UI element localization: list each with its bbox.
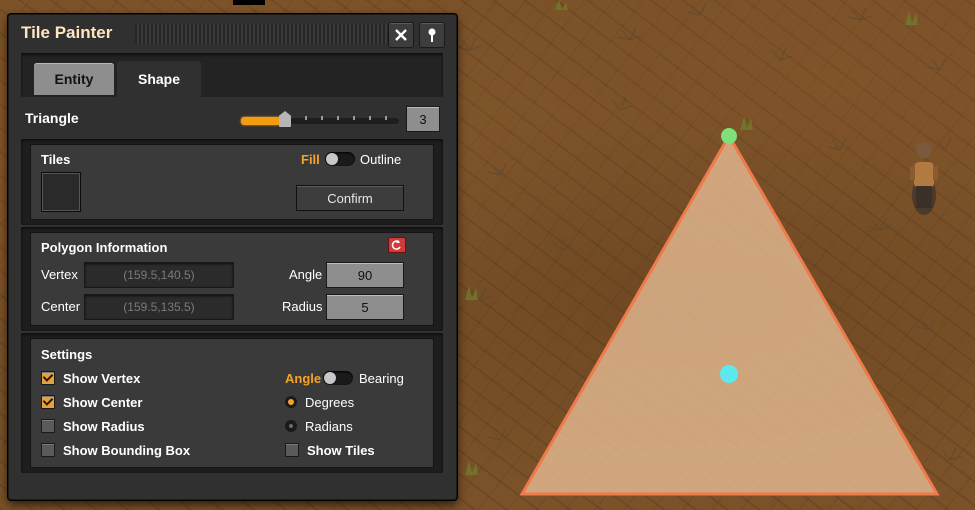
bearing-label: Bearing — [359, 371, 404, 386]
fill-outline-toggle[interactable] — [325, 152, 355, 166]
show-bounding-box-label: Show Bounding Box — [63, 443, 191, 458]
player-character — [910, 142, 938, 215]
show-radius-label: Show Radius — [63, 419, 145, 434]
center-label: Center — [41, 299, 81, 314]
vertex-label: Vertex — [41, 267, 78, 282]
show-vertex-label: Show Vertex — [63, 371, 141, 386]
sides-value-field[interactable]: 3 — [406, 106, 440, 132]
show-bounding-box-checkbox[interactable] — [41, 443, 55, 457]
shape-name: Triangle — [25, 110, 79, 126]
fill-label: Fill — [301, 152, 320, 167]
shape-row: Triangle 3 — [21, 103, 443, 135]
angle-label: Angle — [289, 267, 323, 282]
triangle-preview — [519, 133, 940, 496]
sides-slider-fill — [241, 117, 281, 125]
radius-label: Radius — [282, 299, 323, 314]
show-center-checkbox[interactable] — [41, 395, 55, 409]
degrees-label: Degrees — [305, 395, 355, 410]
center-marker — [720, 365, 738, 383]
show-radius-checkbox[interactable] — [41, 419, 55, 433]
show-vertex-checkbox[interactable] — [41, 371, 55, 385]
close-icon — [395, 29, 407, 41]
sides-slider-handle[interactable] — [279, 111, 291, 127]
close-button[interactable] — [388, 22, 414, 48]
outline-label: Outline — [360, 152, 402, 167]
angle-input[interactable]: 90 — [326, 262, 404, 288]
radius-input[interactable]: 5 — [326, 294, 404, 320]
settings-heading: Settings — [41, 347, 93, 362]
radians-radio[interactable] — [285, 420, 297, 432]
tile-selector-slot[interactable] — [41, 172, 81, 212]
reset-icon — [391, 240, 401, 250]
show-tiles-checkbox[interactable] — [285, 443, 299, 457]
degrees-radio[interactable] — [285, 396, 297, 408]
pin-icon — [428, 28, 436, 42]
show-center-label: Show Center — [63, 395, 143, 410]
show-tiles-label: Show Tiles — [307, 443, 375, 458]
settings-panel: Settings Show Vertex Show Center Show Ra… — [21, 333, 443, 473]
angle-bearing-toggle[interactable] — [323, 371, 353, 385]
vertex-marker — [721, 128, 737, 144]
tab-entity[interactable]: Entity — [34, 63, 114, 95]
title-bar[interactable]: Tile Painter — [9, 15, 456, 53]
radians-label: Radians — [305, 419, 353, 434]
tab-shape[interactable]: Shape — [117, 61, 201, 97]
polygon-info-panel: Polygon Information Vertex (159.5,140.5)… — [21, 227, 443, 331]
sides-slider-ticks — [289, 116, 399, 120]
reset-button[interactable] — [388, 237, 406, 253]
tiles-heading: Tiles — [41, 152, 71, 167]
angle-mode-label: Angle — [285, 371, 322, 386]
pin-button[interactable] — [419, 22, 445, 48]
vertex-field: (159.5,140.5) — [84, 262, 234, 288]
tiles-panel: Tiles Fill Outline Confirm — [21, 139, 443, 225]
tab-strip: Entity Shape — [21, 53, 443, 97]
center-field: (159.5,135.5) — [84, 294, 234, 320]
window-title: Tile Painter — [21, 23, 113, 42]
tile-painter-window: Tile Painter Entity Shape Triangle 3 Til… — [8, 14, 457, 500]
confirm-button[interactable]: Confirm — [296, 185, 404, 211]
polygon-info-heading: Polygon Information — [41, 240, 168, 255]
drag-handle[interactable] — [135, 24, 389, 44]
